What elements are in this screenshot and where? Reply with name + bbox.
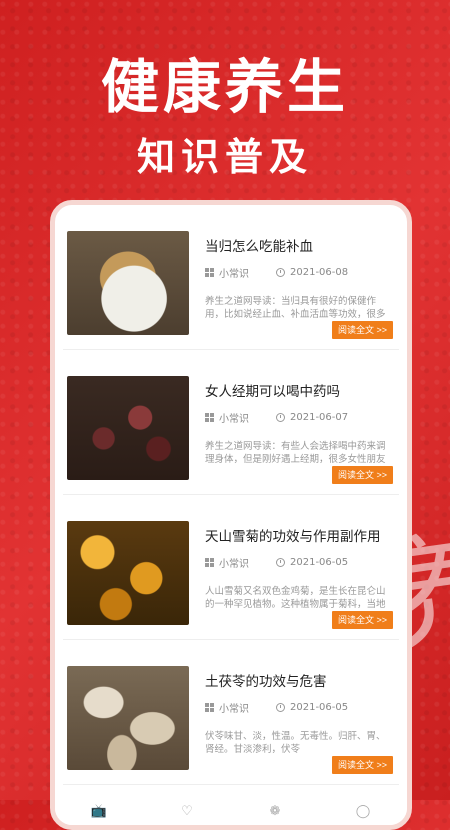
read-more-button[interactable]: 阅读全文 >> bbox=[331, 321, 393, 339]
read-more-button[interactable]: 阅读全文 >> bbox=[331, 466, 393, 484]
article-card[interactable]: 天山雪菊的功效与作用副作用 小常识 2021-06-05 人山雪菊又名双色金鸡菊… bbox=[63, 503, 399, 640]
article-meta: 小常识 2021-06-08 bbox=[205, 265, 348, 280]
article-list: 当归怎么吃能补血 小常识 2021-06-08 养生之道网导读：当归具有很好的保… bbox=[63, 213, 399, 793]
article-excerpt: 伏苓味甘、淡，性温。无毒性。归肝、胃、肾经。甘淡渗利，伏苓 bbox=[205, 731, 386, 755]
category-icon bbox=[205, 558, 214, 567]
article-excerpt: 人山雪菊又名双色金鸡菊，是生长在昆仑山的一种罕见植物。这种植物属于菊科，当地居民… bbox=[205, 586, 386, 610]
article-category: 小常识 bbox=[219, 559, 249, 570]
category-icon bbox=[205, 703, 214, 712]
article-meta: 小常识 2021-06-07 bbox=[205, 410, 348, 425]
clock-icon bbox=[276, 558, 285, 567]
article-excerpt: 养生之道网导读：当归具有很好的保健作用，比如说经止血、补血活血等功效，很多人都知… bbox=[205, 296, 386, 320]
heart-icon[interactable]: ♡ bbox=[180, 804, 194, 819]
article-card[interactable]: 土茯苓的功效与危害 小常识 2021-06-05 伏苓味甘、淡，性温。无毒性。归… bbox=[63, 648, 399, 785]
article-category: 小常识 bbox=[219, 414, 249, 425]
article-date: 2021-06-05 bbox=[290, 702, 349, 713]
read-more-button[interactable]: 阅读全文 >> bbox=[331, 756, 393, 774]
profile-icon[interactable]: ◯ bbox=[356, 804, 371, 819]
article-title[interactable]: 天山雪菊的功效与作用副作用 bbox=[205, 525, 395, 545]
article-thumbnail[interactable] bbox=[67, 376, 189, 480]
article-thumbnail[interactable] bbox=[67, 666, 189, 770]
bottom-tab-bar: 📺 ♡ ❁ ◯ bbox=[55, 797, 407, 825]
category-icon bbox=[205, 413, 214, 422]
clock-icon bbox=[276, 268, 285, 277]
article-title[interactable]: 土茯苓的功效与危害 bbox=[205, 670, 395, 690]
clock-icon bbox=[276, 703, 285, 712]
article-title[interactable]: 当归怎么吃能补血 bbox=[205, 235, 395, 255]
article-card[interactable]: 当归怎么吃能补血 小常识 2021-06-08 养生之道网导读：当归具有很好的保… bbox=[63, 213, 399, 350]
article-date: 2021-06-07 bbox=[290, 412, 349, 423]
leaf-icon[interactable]: ❁ bbox=[268, 804, 282, 819]
read-more-button[interactable]: 阅读全文 >> bbox=[331, 611, 393, 629]
article-card[interactable]: 女人经期可以喝中药吗 小常识 2021-06-07 养生之道网导读：有些人会选择… bbox=[63, 358, 399, 495]
article-date: 2021-06-08 bbox=[290, 267, 349, 278]
tv-icon[interactable]: 📺 bbox=[91, 804, 107, 819]
banner-title: 健康养生 bbox=[100, 53, 349, 121]
article-category: 小常识 bbox=[219, 269, 249, 280]
article-meta: 小常识 2021-06-05 bbox=[205, 555, 348, 570]
article-meta: 小常识 2021-06-05 bbox=[205, 700, 348, 715]
clock-icon bbox=[276, 413, 285, 422]
phone-frame: 当归怎么吃能补血 小常识 2021-06-08 养生之道网导读：当归具有很好的保… bbox=[50, 200, 412, 830]
banner-subtitle: 知识普及 bbox=[136, 134, 313, 179]
category-icon bbox=[205, 268, 214, 277]
article-title[interactable]: 女人经期可以喝中药吗 bbox=[205, 380, 395, 400]
article-excerpt: 养生之道网导读：有些人会选择喝中药来调理身体，但是刚好遇上经期，很多女性朋友都会… bbox=[205, 441, 386, 465]
article-category: 小常识 bbox=[219, 704, 249, 715]
article-thumbnail[interactable] bbox=[67, 231, 189, 335]
article-thumbnail[interactable] bbox=[67, 521, 189, 625]
article-date: 2021-06-05 bbox=[290, 557, 349, 568]
